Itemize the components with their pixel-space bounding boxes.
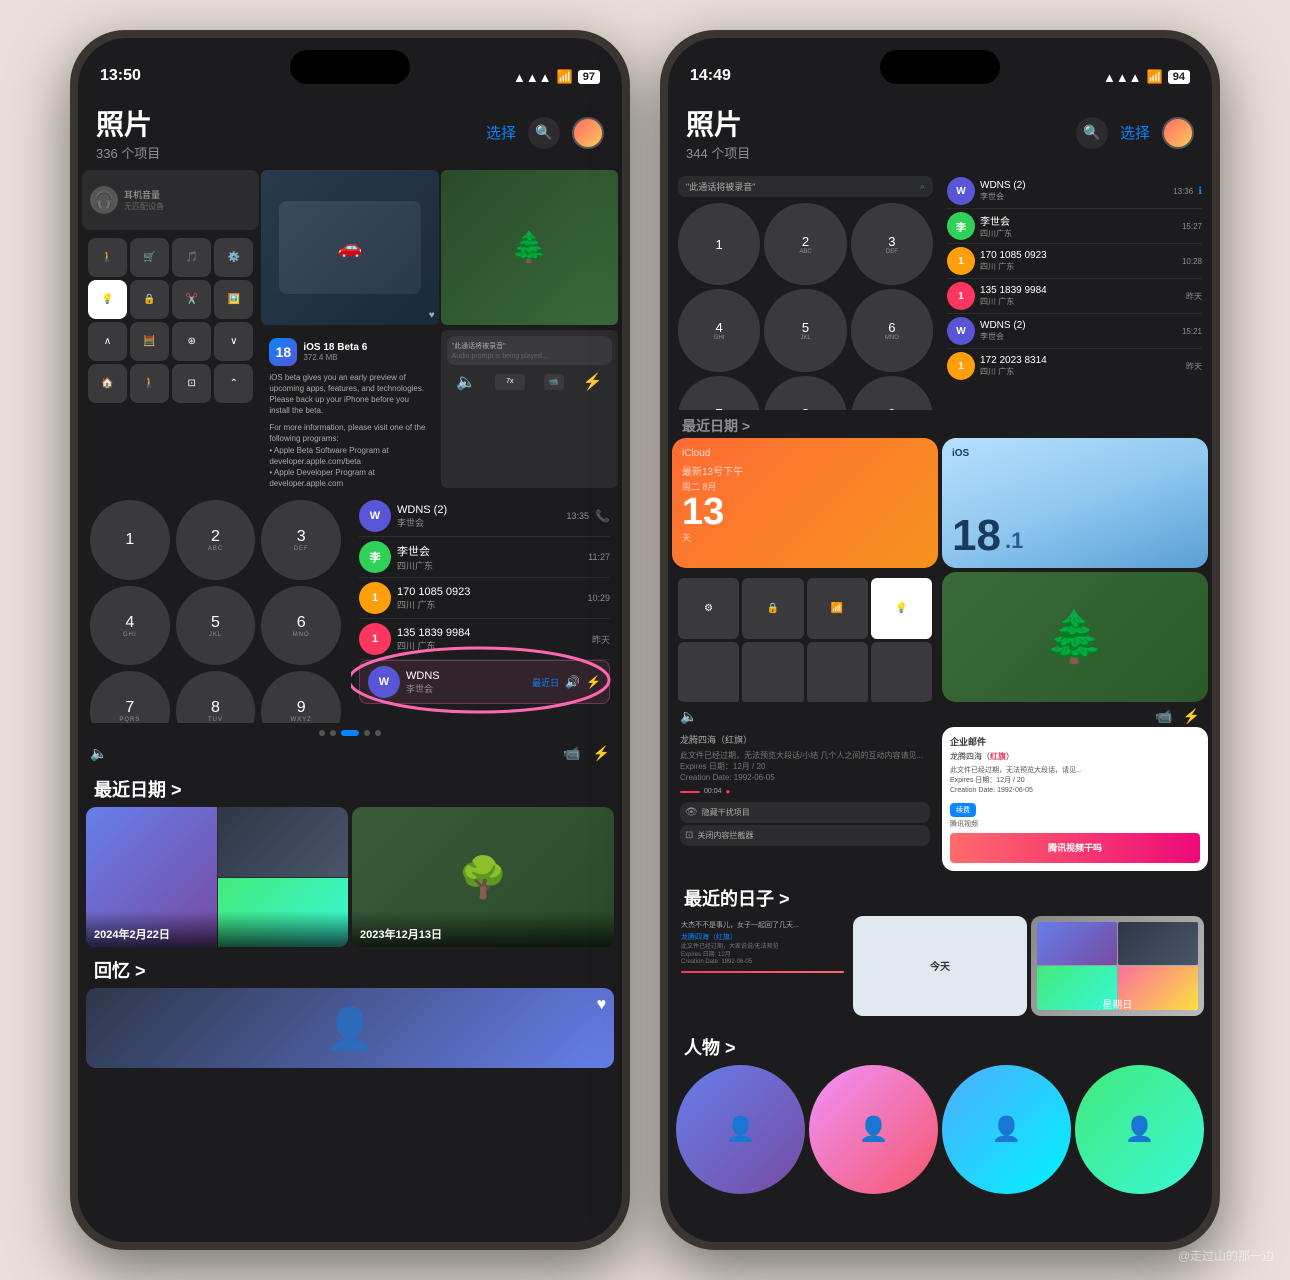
flash-icon: ⚡ — [593, 745, 610, 762]
avatar-right[interactable] — [1162, 117, 1194, 149]
select-btn-left[interactable]: 选择 — [486, 122, 516, 143]
search-btn-right[interactable]: 🔍 — [1076, 117, 1108, 149]
photo-cell-ios18: 18 iOS 18 Beta 6 372.4 MB iOS beta gives… — [261, 330, 438, 488]
right-phone: 14:49 ▲▲▲ 📶 94 照片 344 个项目 🔍 选择 — [660, 30, 1220, 1250]
recent-date-label-1: 2024年2月22日 — [86, 911, 348, 947]
wdns-name: WDNS — [406, 670, 526, 682]
wifi-icon-left: 📶 — [557, 69, 573, 85]
call-time-2: 11:27 — [588, 552, 610, 562]
watermark: @走过山的那一边 — [1178, 1247, 1274, 1264]
people-section-header: 人物 > — [668, 1024, 1212, 1065]
dynamic-island-right — [880, 50, 1000, 84]
person-grid: 👤 👤 👤 👤 — [668, 1065, 1212, 1194]
dialpad-section: 1 2ABC 3DEF 4GHI 5JKL 6MNO 7PQRS 8TUV 9W… — [78, 490, 622, 725]
carousel-dots — [78, 725, 622, 741]
dot-1 — [319, 730, 325, 736]
call-time-1: 13:35 — [567, 511, 590, 521]
dot-5 — [375, 730, 381, 736]
call-name-3: 170 1085 0923 — [397, 586, 581, 598]
memory-thumb[interactable]: 👤 ♥ — [86, 988, 614, 1068]
outdoor-photo-right: 🌲 — [942, 572, 1208, 702]
recent-date-2[interactable]: 🌳 2023年12月13日 — [352, 807, 614, 947]
photos-count-left: 336 个项目 — [96, 143, 160, 162]
time-right: 14:49 — [690, 67, 731, 85]
call-time-4: 昨天 — [592, 633, 610, 646]
recent-section-header: 最近日期 > — [78, 766, 622, 807]
status-icons-right: ▲▲▲ 📶 94 — [1103, 69, 1190, 85]
screenshot-cell-left: ⚙ 🔒 📶 💡 — [672, 572, 938, 702]
dot-2 — [330, 730, 336, 736]
memory-title: 回忆 > — [94, 957, 146, 983]
recent-label-today: 今天 — [930, 958, 950, 973]
time-left: 13:50 — [100, 67, 141, 85]
sound-icon-left: 🔈 — [90, 745, 107, 762]
avatar-left[interactable] — [572, 117, 604, 149]
photo-cell-outdoor: 🌲 — [441, 170, 618, 325]
right-call-list: W WDNS (2)李世会 13:36 ℹ 李 李世会四川广东 15:27 1 — [941, 170, 1208, 410]
right-recent-dates-label: 最近日期 > — [668, 412, 1212, 438]
recent-dates-grid: 2024年2月22日 🌳 2023年12月13日 — [78, 807, 622, 947]
call-name-4: 135 1839 9984 — [397, 627, 586, 639]
person-1[interactable]: 👤 — [676, 1065, 805, 1194]
recent-title-right: 最近的日子 > — [684, 885, 790, 911]
signal-icon-left: ▲▲▲ — [513, 70, 552, 85]
photo-cell-1: 🎧 耳机音量 无匹配设备 🚶 🛒 🎵 — [82, 170, 259, 490]
call-detail-4: 四川 广东 — [397, 639, 586, 652]
person-2[interactable]: 👤 — [809, 1065, 938, 1194]
dot-3-active — [341, 730, 359, 736]
battery-right: 94 — [1168, 70, 1190, 84]
call-detail-3: 四川 广东 — [397, 598, 581, 611]
wdns-time: 最近日 — [532, 676, 559, 689]
recent-date-1[interactable]: 2024年2月22日 — [86, 807, 348, 947]
wdns-detail: 李世会 — [406, 682, 526, 695]
wifi-icon-right: 📶 — [1147, 69, 1163, 85]
call-time-3: 10:29 — [587, 593, 610, 603]
signal-icon-right: ▲▲▲ — [1103, 70, 1142, 85]
battery-left: 97 — [578, 70, 600, 84]
recent-cell-today[interactable]: 今天 — [853, 916, 1026, 1016]
call-name-1: WDNS (2) — [397, 504, 561, 516]
call-detail-2: 四川广东 — [397, 559, 582, 572]
video-icon: 📹 — [563, 745, 580, 762]
memory-section-header: 回忆 > — [78, 947, 622, 988]
search-btn-left[interactable]: 🔍 — [528, 117, 560, 149]
select-btn-right[interactable]: 选择 — [1120, 122, 1150, 143]
notification-grid: 龙腾四海（红旗） 此文件已经过期，无法预览大段话/小结 几个人之间的互动内容请见… — [668, 727, 1212, 871]
sound-bar-right: 🔈 📹 ⚡ — [668, 706, 1212, 727]
right-dialpad-area: "此通话将被录音" ⌕ 1 2ABC 3DEF 4GHI 5JKL 6MNO 7… — [672, 170, 939, 410]
call-detail-1: 李世会 — [397, 516, 561, 529]
left-phone: 13:50 ▲▲▲ 📶 97 照片 336 个项目 选择 � — [70, 30, 630, 1250]
recent-date-label-2: 2023年12月13日 — [352, 911, 614, 947]
right-recent-grid: 大杰不不是事儿，女子一起回了几天... 龙腾四海（红旗） 此文件已经过期，大家说… — [668, 916, 1212, 1016]
recent-section-right: 最近的日子 > — [668, 875, 1212, 916]
recent-cell-chat[interactable]: 大杰不不是事儿，女子一起回了几天... 龙腾四海（红旗） 此文件已经过期，大家说… — [676, 916, 849, 1016]
recent-dates-text: 最近日期 > — [682, 416, 750, 436]
photos-header-left: 照片 336 个项目 选择 🔍 — [78, 93, 622, 170]
left-phone-content: 照片 336 个项目 选择 🔍 🎧 — [78, 93, 622, 1242]
right-phone-content: 照片 344 个项目 🔍 选择 "此通话将被录音" — [668, 93, 1212, 1242]
photo-cell-voicemsg: "此通话将被录音" Audio prompt is being played..… — [441, 330, 618, 488]
photo-cell-car: 🚗 ♥ — [261, 170, 438, 325]
photos-count-right: 344 个项目 — [686, 143, 750, 162]
wdns-highlighted-item: W WDNS 李世会 最近日 🔊 ⚡ — [359, 660, 610, 704]
status-icons-left: ▲▲▲ 📶 97 — [513, 69, 600, 85]
widget-grid-right: iCloud 最新13号下午 周二 8月 13 天 iOS 18 .1 — [668, 438, 1212, 702]
people-title: 人物 > — [684, 1034, 736, 1060]
person-4[interactable]: 👤 — [1075, 1065, 1204, 1194]
sound-bar: 🔈 📹 ⚡ — [78, 741, 622, 766]
photos-title-left: 照片 — [96, 103, 160, 143]
call-name-2: 李世会 — [397, 543, 582, 559]
recent-title: 最近日期 > — [94, 776, 182, 802]
dynamic-island-left — [290, 50, 410, 84]
recent-label-sunday: 星期日 — [1031, 996, 1204, 1011]
photos-header-right: 照片 344 个项目 🔍 选择 — [668, 93, 1212, 170]
person-3[interactable]: 👤 — [942, 1065, 1071, 1194]
dot-4 — [364, 730, 370, 736]
photos-title-right: 照片 — [686, 103, 750, 143]
recent-cell-sunday[interactable]: 星期日 — [1031, 916, 1204, 1016]
